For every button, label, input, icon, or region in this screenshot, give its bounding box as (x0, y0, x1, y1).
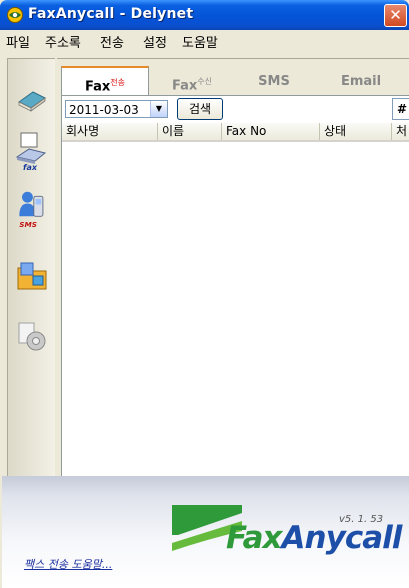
column-fax-no[interactable]: Fax No (222, 123, 320, 140)
sidebar: fax SMS (7, 58, 55, 477)
settings-icon[interactable] (15, 317, 49, 357)
sms-icon[interactable]: SMS (15, 189, 49, 229)
hash-button[interactable]: # (392, 98, 409, 120)
tab-sms[interactable]: SMS (249, 67, 299, 95)
title-bar[interactable]: FaxAnycall - Delynet ✕ (0, 0, 409, 30)
menu-send[interactable]: 전송 (100, 32, 124, 51)
book-icon[interactable] (15, 79, 49, 119)
content-pane: Fax전송 Fax수신 SMS Email 2011-03-03 ▼ 검색 # … (57, 58, 409, 514)
svg-text:fax: fax (23, 163, 38, 171)
column-company[interactable]: 회사명 (62, 123, 158, 140)
window-title: FaxAnycall - Delynet (28, 6, 194, 22)
dropdown-arrow-icon[interactable]: ▼ (150, 101, 167, 117)
menu-settings[interactable]: 설정 (143, 32, 167, 51)
tab-strip: Fax전송 Fax수신 SMS Email (61, 66, 409, 96)
date-value: 2011-03-03 (69, 103, 139, 117)
fax-send-panel: 2011-03-03 ▼ 검색 # 회사명 이름 Fax No 상태 처 ◀ |… (61, 95, 409, 514)
folder-icon[interactable] (15, 257, 49, 297)
logo-text: FaxAnycall (226, 520, 402, 556)
date-picker[interactable]: 2011-03-03 ▼ (65, 100, 168, 118)
fax-icon[interactable]: fax (15, 131, 49, 171)
search-button[interactable]: 검색 (177, 98, 223, 120)
tab-email[interactable]: Email (331, 67, 391, 95)
footer: v5. 1. 53 FaxAnycall 팩스 전송 도움말... (2, 476, 409, 588)
column-extra[interactable]: 처 (392, 123, 409, 140)
help-link[interactable]: 팩스 전송 도움말... (24, 556, 112, 572)
menu-bar: 파일 주소록 전송 설정 도움말 (0, 30, 409, 51)
menu-addressbook[interactable]: 주소록 (45, 32, 81, 51)
close-button[interactable]: ✕ (384, 4, 407, 27)
tab-fax-receive[interactable]: Fax수신 (157, 67, 227, 95)
app-icon (7, 7, 23, 23)
menu-file[interactable]: 파일 (6, 32, 30, 51)
svg-text:SMS: SMS (19, 220, 37, 229)
tab-fax-send[interactable]: Fax전송 (61, 66, 149, 96)
menu-help[interactable]: 도움말 (182, 32, 218, 51)
column-status[interactable]: 상태 (320, 123, 392, 140)
table-header: 회사명 이름 Fax No 상태 처 (62, 123, 409, 142)
column-name[interactable]: 이름 (158, 123, 222, 140)
